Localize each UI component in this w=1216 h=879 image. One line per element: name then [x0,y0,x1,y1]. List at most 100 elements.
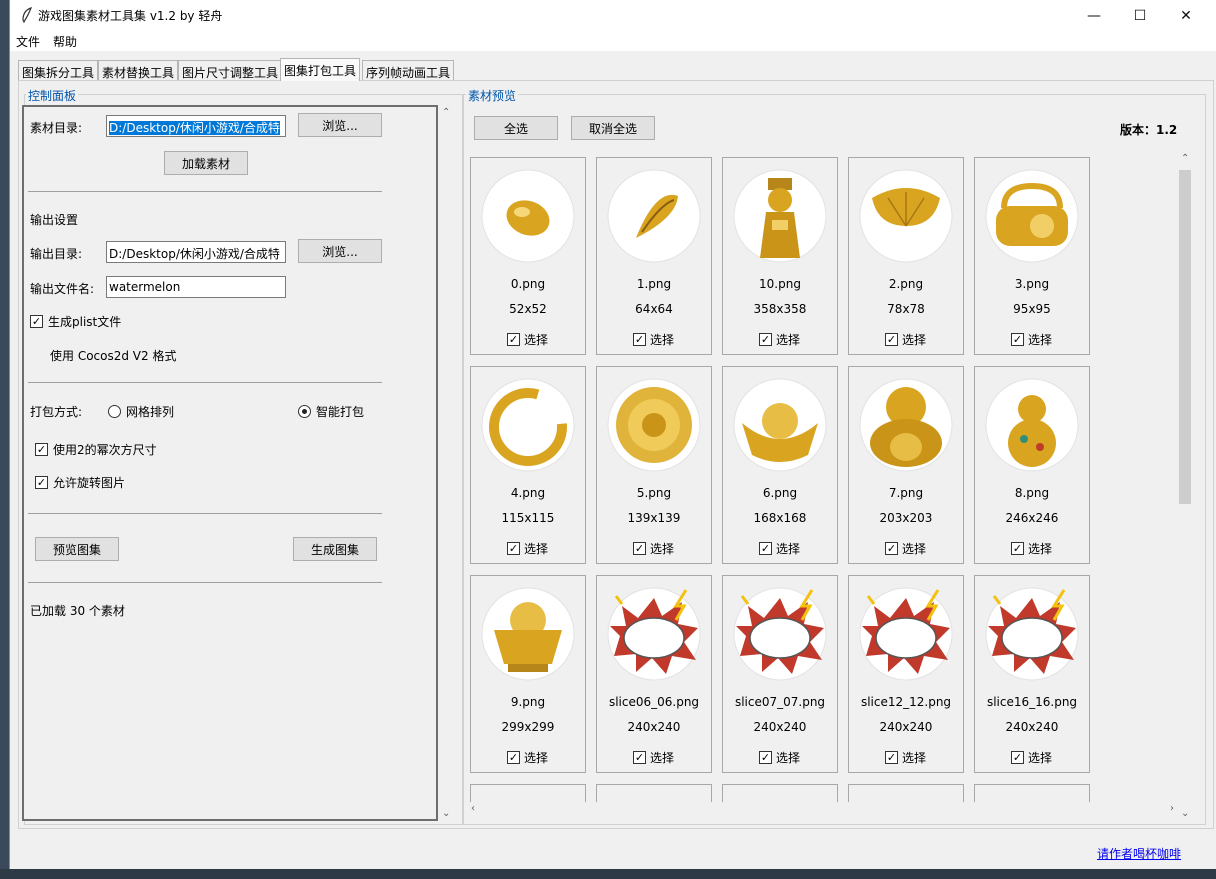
asset-name: 6.png [762,486,798,500]
gold-ginkgo-leaf-icon [859,169,953,263]
separator [28,382,382,383]
control-panel-scrollbar[interactable]: ⌃ ⌄ [438,105,454,821]
gold-treasure-bowl-icon [481,587,575,681]
tab-image-resize[interactable]: 图片尺寸调整工具 [178,60,283,80]
asset-card[interactable]: slice07_07.png 240x240 ✓ 选择 [722,575,838,773]
grid-mode-radio[interactable] [108,405,121,418]
asset-size: 115x115 [501,511,555,525]
asset-size: 168x168 [753,511,807,525]
smart-mode-radio[interactable] [298,405,311,418]
asset-select-checkbox[interactable]: ✓ [633,542,646,555]
asset-select-checkbox[interactable]: ✓ [507,333,520,346]
preview-label: 素材预览 [466,87,519,104]
asset-select-label: 选择 [776,333,801,347]
asset-size: 78x78 [887,302,925,316]
asset-select-checkbox[interactable]: ✓ [633,333,646,346]
plist-checkbox[interactable]: ✓ [30,315,43,328]
asset-select-label: 选择 [1028,333,1053,347]
output-dir-label: 输出目录: [30,247,83,261]
output-dir-input[interactable]: D:/Desktop/休闲小游戏/合成特 [106,241,286,263]
tab-sprite-animation[interactable]: 序列帧动画工具 [362,60,455,80]
asset-card[interactable]: 6.png 168x168 ✓ 选择 [722,366,838,564]
output-browse-button[interactable]: 浏览... [298,239,382,263]
minimize-button[interactable]: — [1071,0,1117,31]
scroll-left-icon[interactable]: ‹ [471,803,475,814]
desktop-edge-left [0,0,9,879]
menu-help[interactable]: 帮助 [53,33,77,50]
asset-select-checkbox[interactable]: ✓ [1011,542,1024,555]
scroll-down-icon[interactable]: ⌄ [442,808,450,819]
asset-select-checkbox[interactable]: ✓ [1011,751,1024,764]
scroll-down-icon[interactable]: ⌄ [1181,808,1189,819]
asset-card[interactable]: 9.png 299x299 ✓ 选择 [470,575,586,773]
asset-name: 7.png [888,486,924,500]
asset-card[interactable]: 10.png 358x358 ✓ 选择 [722,157,838,355]
source-dir-input[interactable]: D:/Desktop/休闲小游戏/合成特 [106,115,286,137]
preview-horizontal-scrollbar[interactable]: ‹ › [469,803,1176,817]
generate-atlas-button[interactable]: 生成图集 [293,537,377,561]
asset-size: 64x64 [635,302,673,316]
asset-card[interactable]: 2.png 78x78 ✓ 选择 [848,157,964,355]
asset-select-checkbox[interactable]: ✓ [885,542,898,555]
pow2-checkbox[interactable]: ✓ [35,443,48,456]
select-all-button[interactable]: 全选 [474,116,558,140]
asset-card[interactable] [722,784,838,802]
asset-select-checkbox[interactable]: ✓ [885,751,898,764]
app-window: 游戏图集素材工具集 v1.2 by 轻舟 — ☐ ✕ 文件 帮助 图集拆分工具 … [9,0,1216,869]
asset-card[interactable]: 5.png 139x139 ✓ 选择 [596,366,712,564]
close-button[interactable]: ✕ [1163,0,1209,31]
output-name-input[interactable]: watermelon [106,276,286,298]
asset-select-checkbox[interactable]: ✓ [507,751,520,764]
asset-select-checkbox[interactable]: ✓ [759,751,772,764]
asset-card[interactable] [974,784,1090,802]
format-note: 使用 Cocos2d V2 格式 [50,349,177,363]
asset-name: 10.png [759,277,801,291]
load-assets-button[interactable]: 加载素材 [164,151,248,175]
asset-select-label: 选择 [776,751,801,765]
separator [28,582,382,583]
asset-card[interactable]: 7.png 203x203 ✓ 选择 [848,366,964,564]
asset-card[interactable]: slice06_06.png 240x240 ✓ 选择 [596,575,712,773]
buy-coffee-link[interactable]: 请作者喝杯咖啡 [1097,845,1181,862]
pack-mode-label: 打包方式: [30,405,83,419]
asset-card[interactable] [470,784,586,802]
scroll-up-icon[interactable]: ⌃ [1181,153,1189,164]
asset-select-checkbox[interactable]: ✓ [633,751,646,764]
title-bar[interactable]: 游戏图集素材工具集 v1.2 by 轻舟 — ☐ ✕ [10,0,1216,31]
asset-select-label: 选择 [902,751,927,765]
version-label: 版本：1.2 [1120,123,1178,137]
scroll-up-icon[interactable]: ⌃ [442,107,450,118]
asset-card[interactable]: 4.png 115x115 ✓ 选择 [470,366,586,564]
asset-card[interactable]: 1.png 64x64 ✓ 选择 [596,157,712,355]
asset-select-checkbox[interactable]: ✓ [1011,333,1024,346]
source-browse-button[interactable]: 浏览... [298,113,382,137]
asset-card[interactable] [848,784,964,802]
maximize-button[interactable]: ☐ [1117,0,1163,31]
asset-card[interactable]: 0.png 52x52 ✓ 选择 [470,157,586,355]
preview-atlas-button[interactable]: 预览图集 [35,537,119,561]
asset-select-label: 选择 [650,333,675,347]
menu-file[interactable]: 文件 [16,33,40,50]
scroll-thumb[interactable] [1179,170,1191,504]
asset-select-checkbox[interactable]: ✓ [759,333,772,346]
explosion-cloud-icon [733,587,827,681]
tab-asset-replace[interactable]: 素材替换工具 [98,60,179,80]
asset-select-checkbox[interactable]: ✓ [885,333,898,346]
deselect-all-button[interactable]: 取消全选 [571,116,655,140]
asset-select-checkbox[interactable]: ✓ [507,542,520,555]
asset-card[interactable] [596,784,712,802]
asset-card[interactable]: slice12_12.png 240x240 ✓ 选择 [848,575,964,773]
tab-atlas-pack[interactable]: 图集打包工具 [280,58,361,81]
scroll-right-icon[interactable]: › [1170,803,1174,814]
separator [28,513,382,514]
asset-select-label: 选择 [902,333,927,347]
asset-size: 246x246 [1005,511,1059,525]
asset-card[interactable]: 8.png 246x246 ✓ 选择 [974,366,1090,564]
asset-select-checkbox[interactable]: ✓ [759,542,772,555]
asset-card[interactable]: slice16_16.png 240x240 ✓ 选择 [974,575,1090,773]
asset-card[interactable]: 3.png 95x95 ✓ 选择 [974,157,1090,355]
preview-vertical-scrollbar[interactable]: ⌃ ⌄ [1177,153,1193,819]
asset-select-label: 选择 [1028,751,1053,765]
tab-atlas-split[interactable]: 图集拆分工具 [18,60,99,80]
rotate-checkbox[interactable]: ✓ [35,476,48,489]
